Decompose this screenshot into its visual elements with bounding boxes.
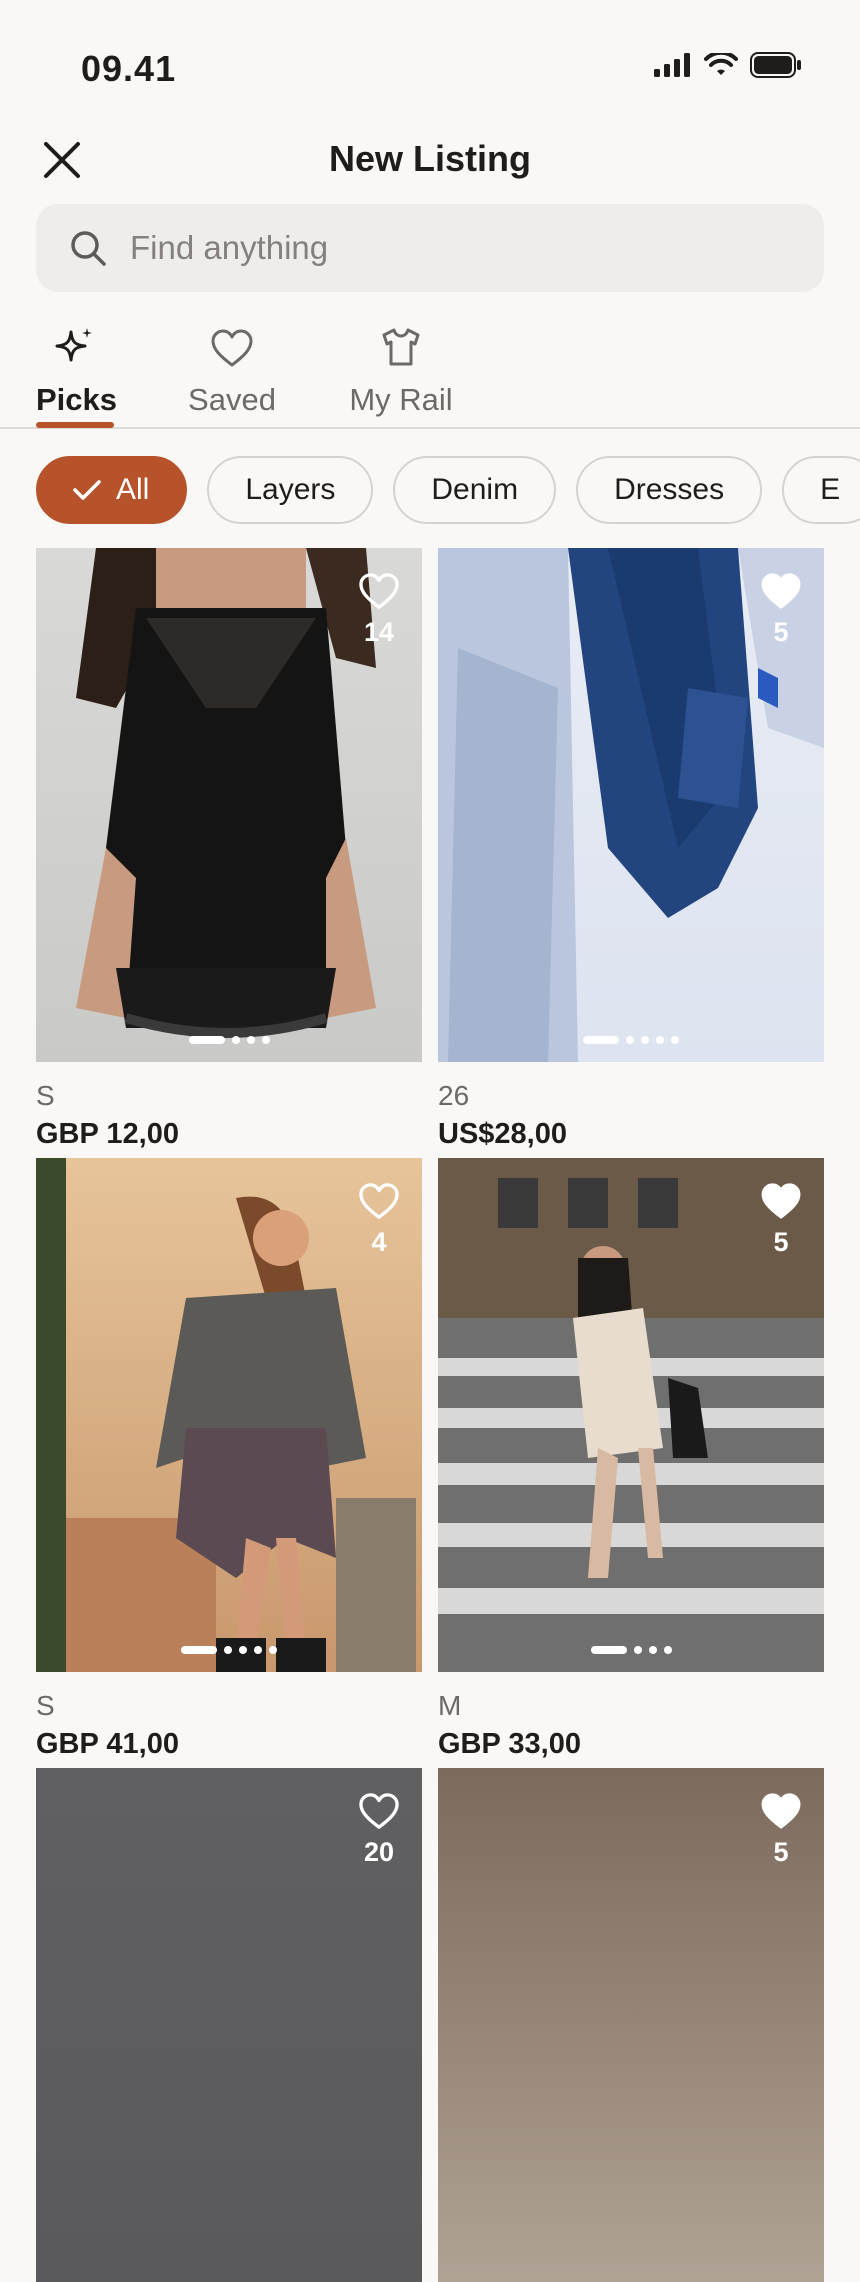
listing-price: US$28,00 bbox=[438, 1118, 567, 1150]
search-input[interactable] bbox=[128, 228, 732, 268]
photo-pager bbox=[438, 1036, 824, 1044]
listing-size: 26 bbox=[438, 1080, 470, 1111]
listing-size: M bbox=[438, 1690, 462, 1721]
photo-pager bbox=[438, 1646, 824, 1654]
listing-size: S bbox=[36, 1080, 55, 1111]
chip-dresses[interactable]: Dresses bbox=[576, 456, 763, 524]
heart-icon bbox=[182, 312, 282, 368]
tab-picks-label: Picks bbox=[36, 382, 118, 417]
heart-filled-icon bbox=[761, 1183, 801, 1219]
chip-layers[interactable]: Layers bbox=[207, 456, 374, 524]
filter-chips: All Layers Denim Dresses E bbox=[36, 456, 860, 524]
page-title: New Listing bbox=[328, 138, 531, 179]
like-button[interactable]: 5 bbox=[760, 572, 802, 648]
listing-photo[interactable]: 20 bbox=[36, 1768, 422, 2282]
listing-price: GBP 12,00 bbox=[36, 1118, 179, 1150]
listing-photo[interactable]: 5 bbox=[438, 1158, 824, 1672]
like-count: 4 bbox=[371, 1227, 387, 1257]
listing-photo[interactable]: 14 bbox=[36, 548, 422, 1062]
battery-icon bbox=[750, 52, 801, 78]
search-bar[interactable] bbox=[36, 204, 824, 292]
like-count: 5 bbox=[773, 617, 789, 647]
photo-pager bbox=[36, 1646, 422, 1654]
tab-saved[interactable]: Saved bbox=[182, 312, 282, 418]
chip-label: Denim bbox=[431, 473, 519, 506]
active-tab-indicator bbox=[36, 422, 114, 428]
listing-price: GBP 41,00 bbox=[36, 1728, 179, 1760]
tab-my-rail[interactable]: My Rail bbox=[346, 312, 456, 418]
listing-price: GBP 33,00 bbox=[438, 1728, 581, 1760]
listing-card[interactable]: 5 M GBP 33,00 bbox=[438, 1158, 824, 1761]
status-time: 09.41 bbox=[81, 48, 177, 89]
like-count: 20 bbox=[363, 1837, 395, 1867]
listing-photo[interactable]: 4 bbox=[36, 1158, 422, 1672]
listing-card[interactable]: 14 S GBP 12,00 bbox=[36, 548, 422, 1151]
heart-outline-icon bbox=[359, 573, 399, 609]
search-icon bbox=[66, 226, 110, 270]
listing-photo[interactable]: 5 bbox=[438, 548, 824, 1062]
tab-saved-label: Saved bbox=[188, 382, 276, 417]
chip-denim[interactable]: Denim bbox=[393, 456, 557, 524]
photo-pager bbox=[36, 1036, 422, 1044]
heart-outline-icon bbox=[359, 1793, 399, 1829]
heart-filled-icon bbox=[761, 573, 801, 609]
tab-bar: Picks Saved My Rail bbox=[0, 312, 860, 429]
like-count: 5 bbox=[773, 1837, 789, 1867]
chip-label: Layers bbox=[245, 473, 336, 506]
tab-picks[interactable]: Picks bbox=[36, 312, 118, 418]
listing-card[interactable]: 5 26 US$28,00 bbox=[438, 548, 824, 1151]
tab-my-rail-label: My Rail bbox=[349, 382, 453, 417]
listing-photo[interactable]: 5 bbox=[438, 1768, 824, 2282]
listing-card[interactable]: 4 S GBP 41,00 bbox=[36, 1158, 422, 1761]
listing-card[interactable]: 5 bbox=[438, 1768, 824, 2282]
heart-outline-icon bbox=[359, 1183, 399, 1219]
header: New Listing bbox=[0, 120, 860, 200]
sparkle-icon bbox=[36, 312, 114, 368]
wifi-icon bbox=[704, 53, 738, 75]
listing-size: S bbox=[36, 1690, 55, 1721]
check-icon bbox=[72, 478, 102, 502]
tshirt-icon bbox=[346, 312, 456, 368]
heart-filled-icon bbox=[761, 1793, 801, 1829]
like-button[interactable]: 20 bbox=[358, 1792, 400, 1868]
like-button[interactable]: 5 bbox=[760, 1182, 802, 1258]
listing-card[interactable]: 20 bbox=[36, 1768, 422, 2282]
chip-all[interactable]: All bbox=[36, 456, 188, 524]
status-icons bbox=[654, 52, 802, 78]
like-button[interactable]: 4 bbox=[358, 1182, 400, 1258]
status-bar: 09.41 bbox=[0, 0, 860, 130]
chip-label: Dresses bbox=[614, 473, 725, 506]
signal-icon bbox=[654, 53, 690, 77]
like-button[interactable]: 5 bbox=[760, 1792, 802, 1868]
chip-label: E bbox=[820, 473, 841, 506]
like-count: 14 bbox=[363, 617, 395, 647]
like-button[interactable]: 14 bbox=[358, 572, 400, 648]
chip-label: All bbox=[116, 473, 150, 506]
chip-more[interactable]: E bbox=[782, 456, 860, 524]
like-count: 5 bbox=[773, 1227, 789, 1257]
